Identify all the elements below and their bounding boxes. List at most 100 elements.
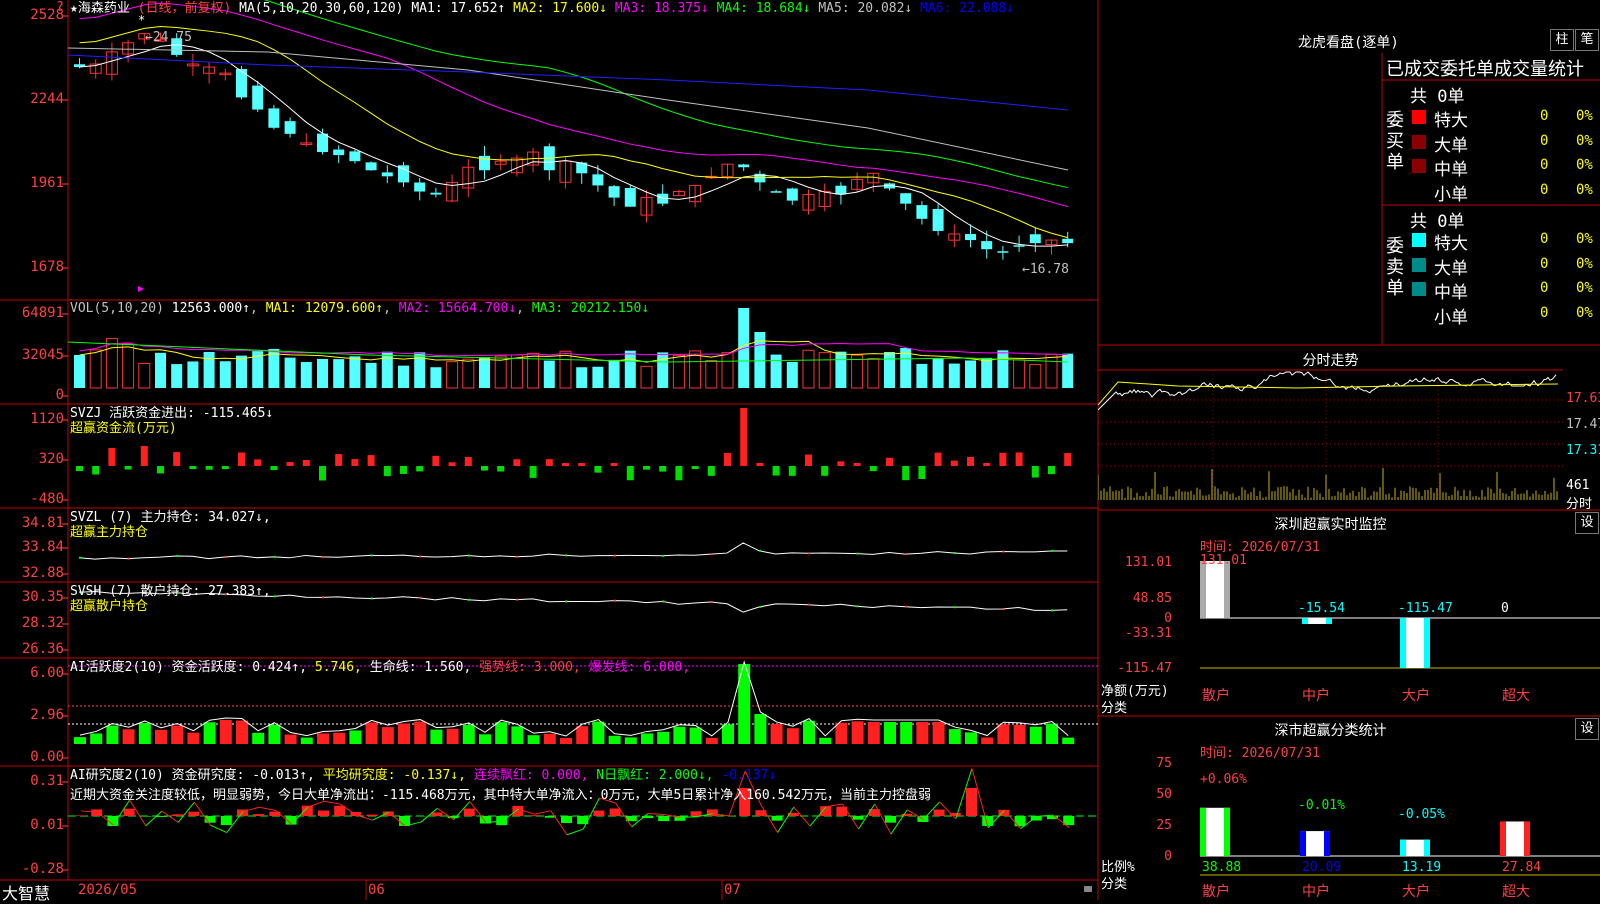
ma-value: MA3: 18.375↓ — [607, 1, 709, 16]
vol-ma1: MA1: 12079.600↑ — [266, 301, 383, 316]
category-label: 大户 — [1402, 883, 1430, 900]
candle-body — [252, 86, 263, 110]
order-count: 0 — [1540, 133, 1548, 149]
kline-chart[interactable]: * — [68, 0, 1098, 300]
ai-activity-v2: 生命线: 1.560, — [370, 660, 472, 675]
candle-body — [900, 193, 911, 203]
lock-icon[interactable] — [1084, 886, 1092, 892]
order-color-swatch — [1412, 110, 1426, 124]
flow-bar — [238, 452, 245, 466]
ratio-bar-edge — [1424, 840, 1430, 856]
research-bar — [221, 816, 232, 825]
holding-dot — [711, 601, 713, 603]
activity-bar — [916, 722, 928, 744]
ratio-bar-edge — [1300, 831, 1306, 856]
holding-dot — [565, 554, 567, 556]
volume-bar — [1014, 360, 1025, 388]
holding-dot — [1002, 551, 1004, 553]
holding-dot — [128, 558, 130, 560]
activity-bar — [544, 734, 556, 744]
order-size-label: 中单 — [1434, 278, 1468, 303]
flow-bar — [254, 459, 261, 466]
volume-bar — [430, 367, 441, 388]
holding-dot — [954, 552, 956, 554]
activity-bar — [1030, 727, 1042, 744]
ratio-bar-edge — [1324, 831, 1330, 856]
ai-activity-title: AI活跃度2(10) 资金活跃度: 0.424↑, — [70, 660, 307, 675]
classify-settings-button[interactable]: 设 — [1575, 718, 1599, 740]
research-bar — [1015, 816, 1026, 826]
activity-bar — [835, 723, 847, 744]
svzl-y-tick: 32.88 — [0, 565, 64, 581]
longhu-subtitle: 已成交委托单成交量统计 — [1386, 55, 1584, 81]
ma-header: ★海森药业 (日线，前复权) MA(5,10,20,30,60,120) MA1… — [70, 1, 1014, 17]
research-bar — [512, 806, 523, 816]
ratio-chart[interactable]: 7550250+0.06%-0.01%-0.05%38.8820.0913.19… — [1098, 755, 1600, 900]
holding-dot — [565, 600, 567, 602]
activity-bar — [754, 714, 766, 744]
high-price-label: ←24.75 — [145, 30, 192, 45]
research-bar — [707, 809, 718, 816]
flow-bar — [594, 466, 601, 473]
net-bar-edge — [1326, 618, 1332, 624]
category-label: 超大 — [1502, 884, 1530, 900]
order-color-swatch — [1412, 258, 1426, 272]
classify-xlabel: 分类 — [1101, 873, 1127, 892]
research-bar — [367, 815, 378, 816]
candle-body — [933, 209, 944, 231]
flow-bar — [416, 466, 423, 471]
activity-bar — [204, 722, 216, 744]
volume-bar — [236, 356, 247, 388]
activity-bar — [997, 724, 1009, 744]
activity-bar — [74, 737, 86, 744]
research-bar — [140, 816, 151, 817]
period-label[interactable]: (日线，前复权) — [138, 1, 232, 16]
holding-dot — [1051, 609, 1053, 611]
marker-triangle — [138, 286, 144, 292]
activity-bar — [1062, 738, 1074, 744]
order-color-swatch — [1412, 233, 1426, 247]
order-size-label: 小单 — [1434, 180, 1468, 205]
research-bar — [124, 809, 135, 816]
net-amount-chart[interactable]: 131.0148.850-33.31-115.47131.01-15.54-11… — [1098, 550, 1600, 716]
order-size-label: 大单 — [1434, 254, 1468, 279]
intraday-chart[interactable] — [1098, 370, 1600, 510]
flow-bar — [675, 466, 682, 480]
flow-bar — [611, 463, 618, 466]
monitor-settings-button[interactable]: 设 — [1575, 512, 1599, 534]
holding-dot — [468, 555, 470, 557]
tick-mode-button[interactable]: 笔 — [1575, 29, 1599, 51]
activity-bar — [252, 733, 264, 744]
order-count: 0 — [1540, 256, 1548, 272]
stock-name[interactable]: ★海森药业 — [70, 1, 130, 16]
ai-activity-y-tick: 0.00 — [0, 749, 64, 765]
order-color-swatch — [1412, 135, 1426, 149]
volume-bar — [641, 366, 652, 388]
holding-dot — [516, 556, 518, 558]
flow-bar — [902, 466, 909, 480]
activity-bar — [965, 732, 977, 744]
flow-bar — [789, 466, 796, 476]
bar-mode-button[interactable]: 柱 — [1550, 29, 1574, 51]
activity-bar — [771, 724, 783, 744]
flow-bar — [125, 466, 132, 469]
ma-value: MA4: 18.684↓ — [709, 1, 811, 16]
candle-body — [997, 251, 1008, 253]
volume-bar — [690, 351, 701, 388]
ma-line — [68, 48, 1068, 170]
volume-bar — [884, 352, 895, 388]
order-count: 0 — [1540, 280, 1548, 296]
holding-dot — [322, 596, 324, 598]
activity-bar — [236, 721, 248, 744]
volume-bar — [852, 355, 863, 388]
monitor-title: 深圳超赢实时监控 — [1098, 514, 1563, 534]
volume-bar — [625, 351, 636, 388]
holding-line — [79, 543, 1067, 559]
brand-logo[interactable]: 大智慧 — [2, 880, 50, 904]
order-percent: 0% — [1576, 280, 1593, 296]
activity-bar — [933, 722, 945, 744]
ai-activity-v3: 强势线: 3.000, — [479, 660, 581, 675]
volume-bar — [398, 366, 409, 388]
activity-bar — [884, 722, 896, 744]
ratio-value-label: 27.84 — [1502, 860, 1541, 875]
